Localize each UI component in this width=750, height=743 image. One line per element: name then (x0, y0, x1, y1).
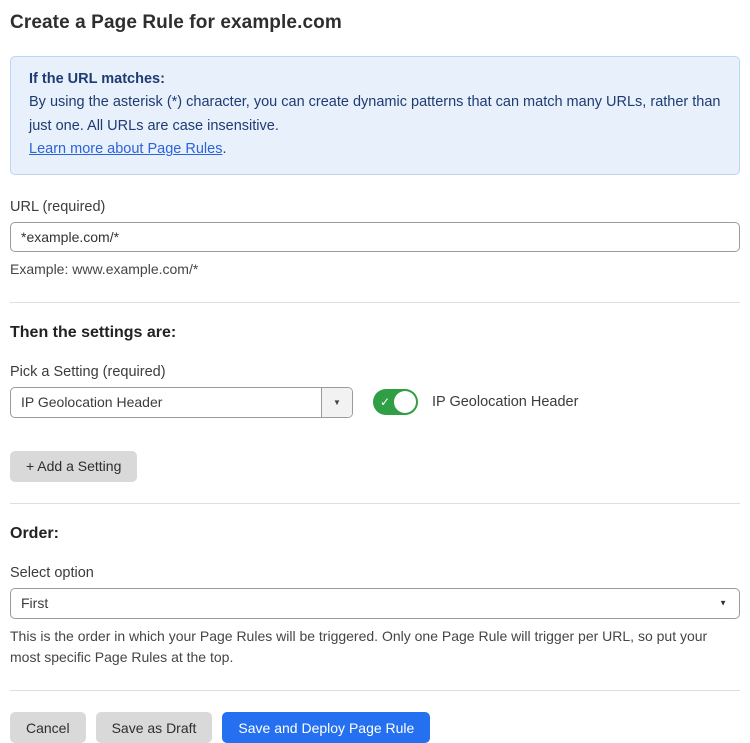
learn-more-link[interactable]: Learn more about Page Rules (29, 141, 222, 157)
setting-select-arrow-button[interactable]: ▼ (321, 388, 352, 417)
toggle-label: IP Geolocation Header (432, 394, 578, 410)
save-as-draft-button[interactable]: Save as Draft (96, 712, 213, 743)
link-period: . (222, 141, 226, 157)
info-box-heading: If the URL matches: (29, 68, 721, 91)
setting-select-value: IP Geolocation Header (11, 388, 321, 417)
toggle-knob (394, 391, 416, 413)
setting-select[interactable]: IP Geolocation Header ▼ (10, 387, 353, 418)
url-field-label: URL (required) (10, 199, 740, 215)
divider (10, 302, 740, 303)
setting-row: IP Geolocation Header ▼ ✓ IP Geolocation… (10, 387, 740, 418)
save-and-deploy-button[interactable]: Save and Deploy Page Rule (222, 712, 430, 743)
info-box-link-line: Learn more about Page Rules. (29, 138, 721, 161)
info-box-body: By using the asterisk (*) character, you… (29, 91, 721, 138)
check-icon: ✓ (380, 396, 390, 408)
settings-section-heading: Then the settings are: (10, 324, 740, 342)
order-section-heading: Order: (10, 525, 740, 543)
divider (10, 690, 740, 691)
ip-geolocation-toggle[interactable]: ✓ (373, 389, 418, 415)
order-select-label: Select option (10, 565, 740, 581)
setting-picker-label: Pick a Setting (required) (10, 364, 740, 380)
chevron-down-icon: ▼ (333, 398, 341, 407)
form-actions: Cancel Save as Draft Save and Deploy Pag… (10, 712, 740, 743)
page-title: Create a Page Rule for example.com (10, 12, 740, 34)
cancel-button[interactable]: Cancel (10, 712, 86, 743)
url-match-info-box: If the URL matches: By using the asteris… (10, 56, 740, 175)
url-example-helper: Example: www.example.com/* (10, 259, 740, 281)
page-rule-form: Create a Page Rule for example.com If th… (0, 0, 750, 743)
order-select-value: First (21, 595, 48, 611)
add-setting-button[interactable]: + Add a Setting (10, 451, 137, 482)
order-select[interactable]: First ▼ (10, 588, 740, 619)
chevron-down-icon: ▼ (719, 599, 727, 608)
url-input[interactable] (10, 222, 740, 252)
order-helper-text: This is the order in which your Page Rul… (10, 626, 740, 669)
divider (10, 503, 740, 504)
